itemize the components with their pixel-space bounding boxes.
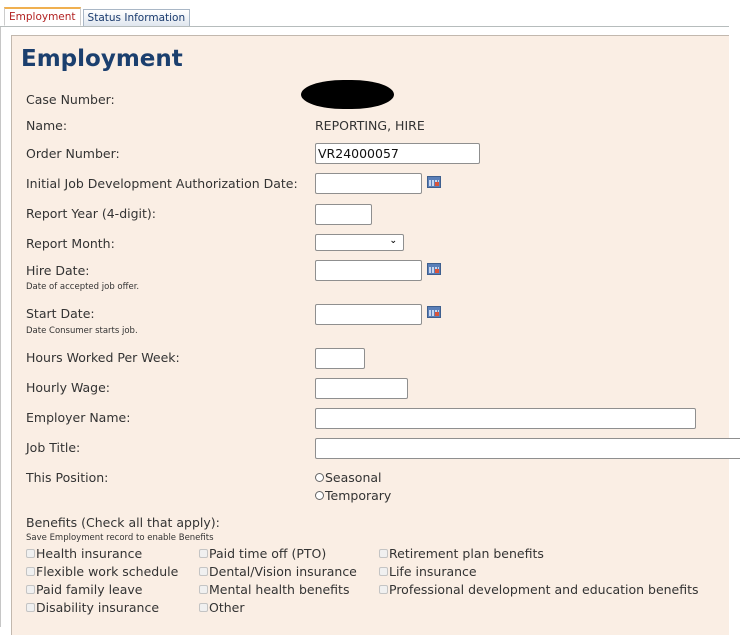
benefit-label: Paid time off (PTO) — [209, 546, 327, 561]
benefits-label: Benefits (Check all that apply): — [26, 515, 220, 530]
benefit-label: Flexible work schedule — [36, 564, 179, 579]
tab-status-information[interactable]: Status Information — [82, 9, 191, 26]
start-date-input[interactable] — [315, 304, 422, 325]
benefit-label: Life insurance — [389, 564, 477, 579]
benefit-dental-vision[interactable]: Dental/Vision insurance — [199, 564, 357, 579]
checkbox[interactable] — [199, 567, 208, 576]
report-month-select[interactable]: ⌄ — [315, 234, 404, 251]
hire-date-label: Hire Date: — [26, 263, 90, 278]
benefit-label: Professional development and education b… — [389, 582, 699, 597]
report-month-label: Report Month: — [26, 236, 115, 251]
hourly-wage-input[interactable] — [315, 378, 408, 399]
chevron-down-icon: ⌄ — [389, 236, 397, 246]
hire-date-hint: Date of accepted job offer. — [26, 282, 140, 292]
benefit-retirement-plan[interactable]: Retirement plan benefits — [379, 546, 544, 561]
radio-temporary[interactable]: Temporary — [315, 488, 391, 503]
employer-name-input[interactable] — [315, 408, 696, 429]
case-number-redacted — [301, 80, 394, 109]
initial-auth-date-input[interactable] — [315, 173, 422, 194]
checkbox[interactable] — [379, 585, 388, 594]
hours-per-week-label: Hours Worked Per Week: — [26, 350, 180, 365]
job-title-label: Job Title: — [26, 440, 81, 455]
tab-employment[interactable]: Employment — [4, 7, 81, 26]
benefit-disability-insurance[interactable]: Disability insurance — [26, 600, 159, 615]
benefits-hint: Save Employment record to enable Benefit… — [26, 533, 214, 543]
hourly-wage-label: Hourly Wage: — [26, 380, 111, 395]
calendar-icon[interactable] — [427, 306, 441, 318]
job-title-input[interactable] — [315, 438, 740, 459]
checkbox[interactable] — [199, 585, 208, 594]
start-date-label: Start Date: — [26, 306, 95, 321]
benefit-label: Dental/Vision insurance — [209, 564, 357, 579]
benefit-paid-time-off[interactable]: Paid time off (PTO) — [199, 546, 326, 561]
benefit-paid-family-leave[interactable]: Paid family leave — [26, 582, 142, 597]
checkbox[interactable] — [379, 549, 388, 558]
name-label: Name: — [26, 118, 68, 133]
radio-seasonal-label: Seasonal — [325, 470, 382, 485]
checkbox[interactable] — [199, 549, 208, 558]
checkbox[interactable] — [26, 549, 35, 558]
case-number-label: Case Number: — [26, 92, 115, 107]
checkbox[interactable] — [26, 567, 35, 576]
benefit-health-insurance[interactable]: Health insurance — [26, 546, 142, 561]
hours-per-week-input[interactable] — [315, 348, 365, 369]
radio-button[interactable] — [315, 491, 324, 500]
benefit-label: Health insurance — [36, 546, 143, 561]
checkbox[interactable] — [26, 585, 35, 594]
employer-name-label: Employer Name: — [26, 410, 131, 425]
benefit-label: Retirement plan benefits — [389, 546, 544, 561]
benefit-flexible-schedule[interactable]: Flexible work schedule — [26, 564, 178, 579]
this-position-label: This Position: — [26, 470, 109, 485]
benefit-label: Other — [209, 600, 245, 615]
benefit-professional-development[interactable]: Professional development and education b… — [379, 582, 699, 597]
radio-seasonal[interactable]: Seasonal — [315, 470, 382, 485]
benefit-other[interactable]: Other — [199, 600, 245, 615]
benefit-label: Paid family leave — [36, 582, 143, 597]
checkbox[interactable] — [199, 603, 208, 612]
radio-button[interactable] — [315, 473, 324, 482]
start-date-hint: Date Consumer starts job. — [26, 326, 138, 336]
radio-temporary-label: Temporary — [325, 488, 392, 503]
calendar-icon[interactable] — [427, 263, 441, 275]
benefit-label: Mental health benefits — [209, 582, 350, 597]
report-year-input[interactable] — [315, 204, 372, 225]
benefit-mental-health[interactable]: Mental health benefits — [199, 582, 349, 597]
initial-auth-date-label: Initial Job Development Authorization Da… — [26, 176, 298, 191]
benefit-label: Disability insurance — [36, 600, 160, 615]
report-year-label: Report Year (4-digit): — [26, 206, 156, 221]
benefit-life-insurance[interactable]: Life insurance — [379, 564, 477, 579]
checkbox[interactable] — [379, 567, 388, 576]
hire-date-input[interactable] — [315, 260, 422, 281]
order-number-label: Order Number: — [26, 146, 120, 161]
order-number-input[interactable] — [315, 143, 480, 164]
name-value: REPORTING, HIRE — [315, 118, 425, 133]
page-title: Employment — [21, 46, 183, 72]
calendar-icon[interactable] — [427, 176, 441, 188]
checkbox[interactable] — [26, 603, 35, 612]
